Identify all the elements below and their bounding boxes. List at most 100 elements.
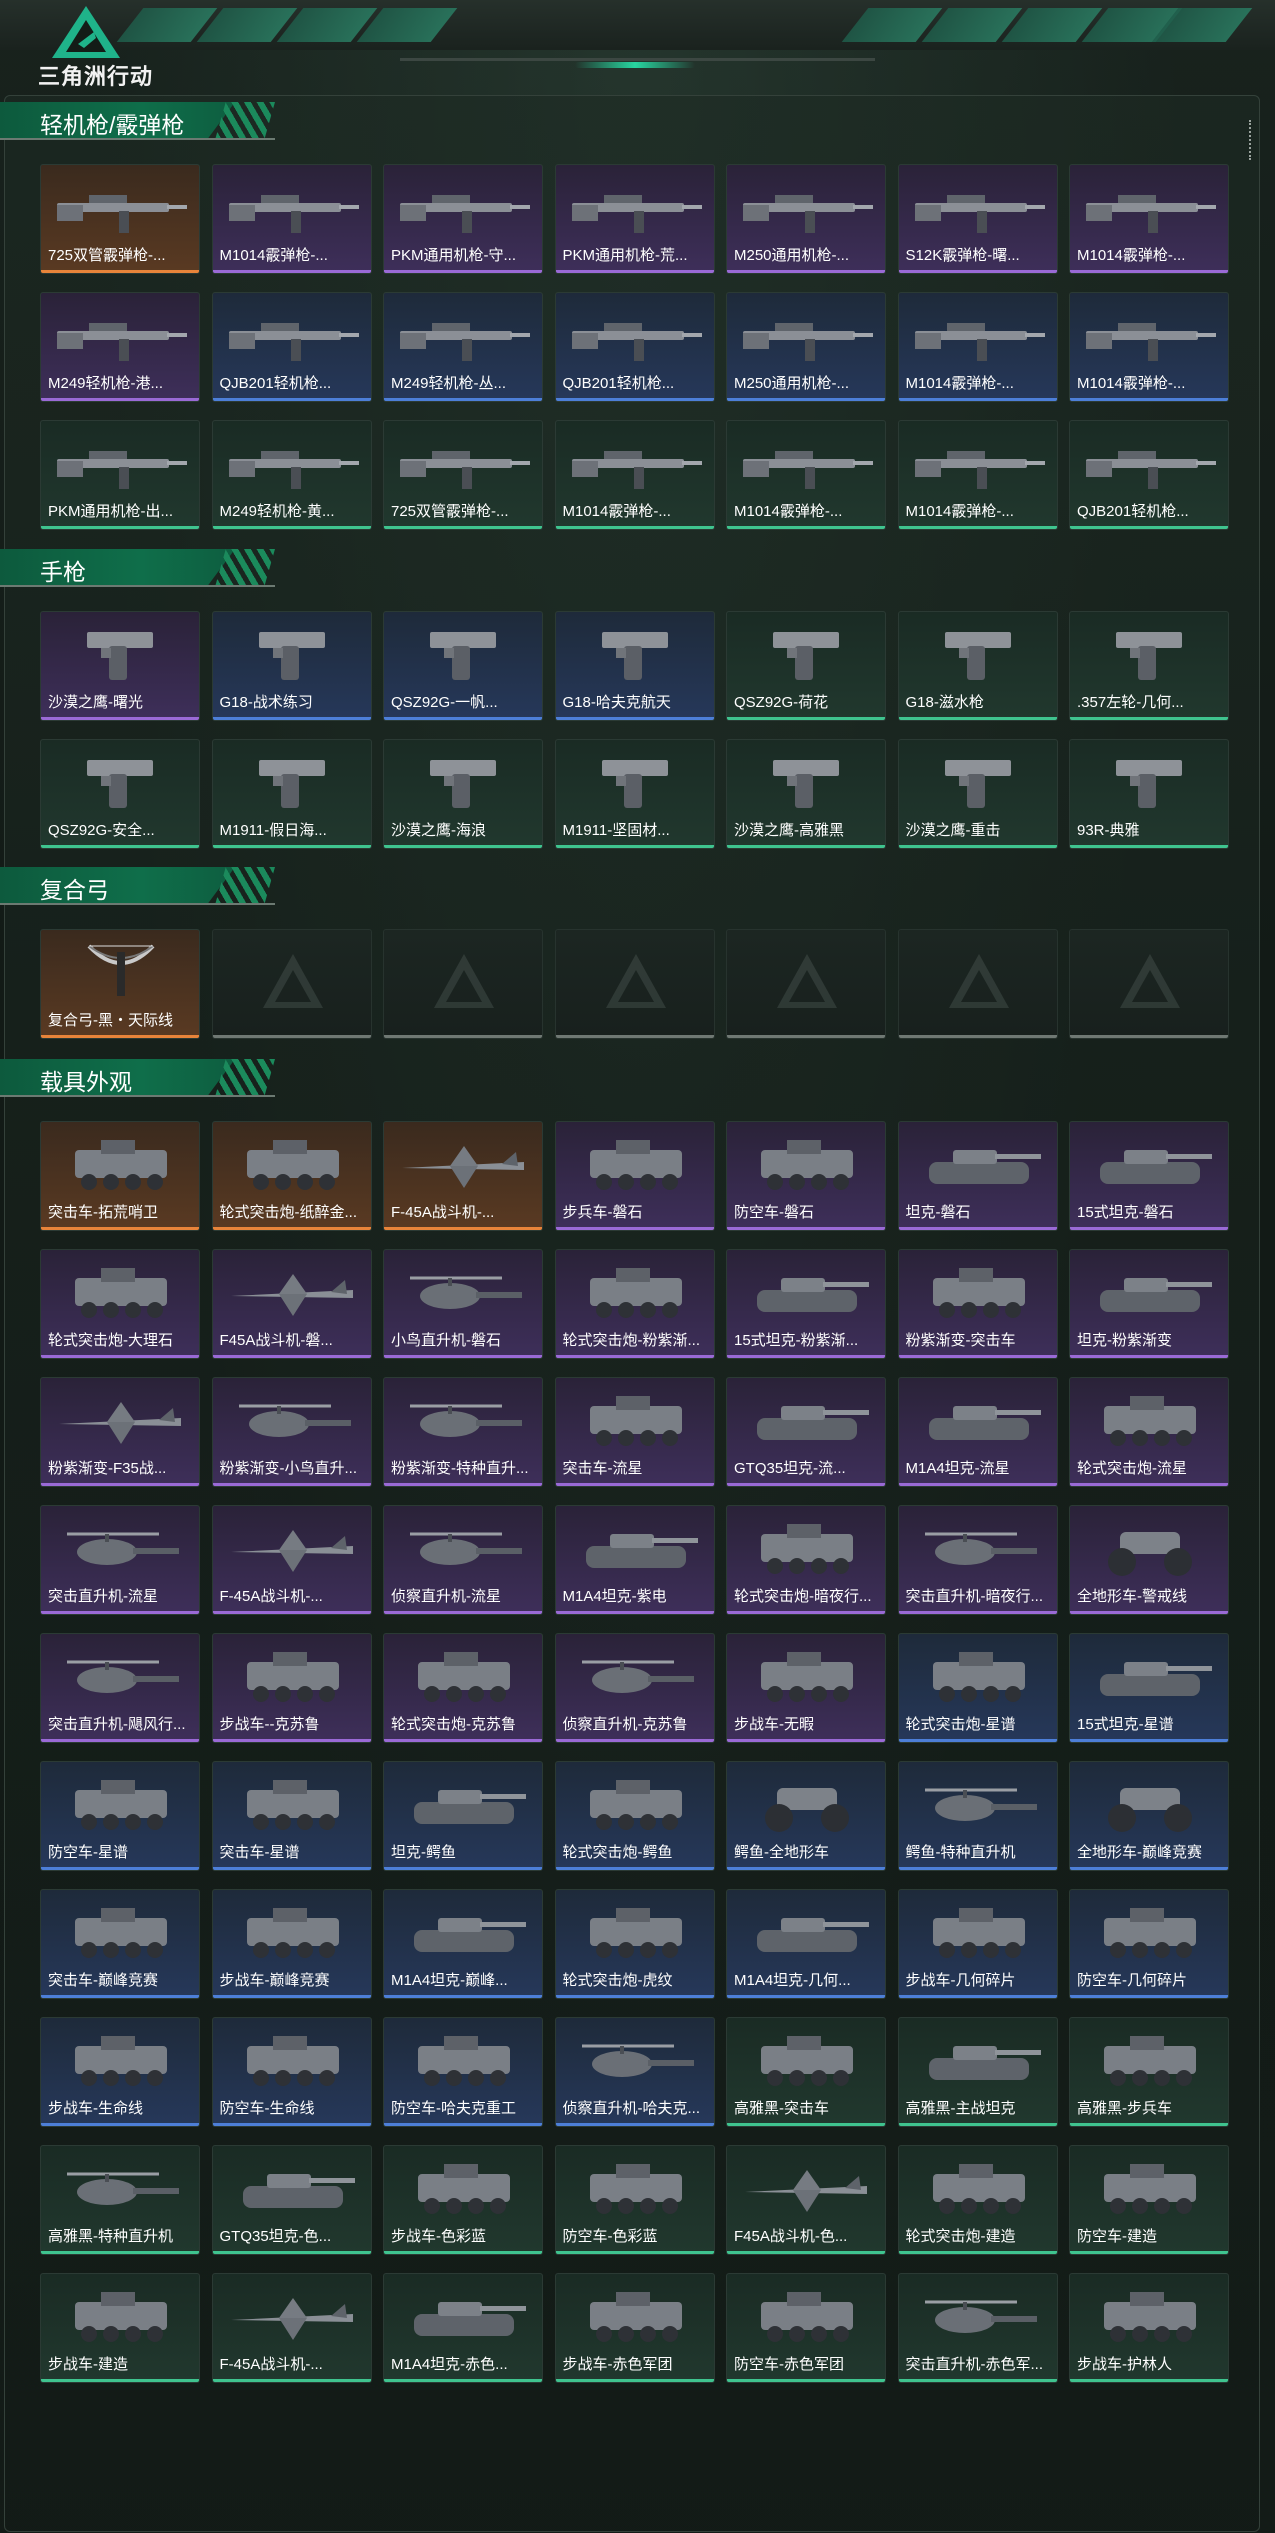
- skin-card[interactable]: M249轻机枪-丛...: [383, 292, 543, 402]
- skin-card[interactable]: 粉紫渐变-小鸟直升...: [211, 1377, 372, 1487]
- skin-card[interactable]: 坦克-粉紫渐变: [1069, 1249, 1229, 1359]
- skin-card[interactable]: M1014霰弹枪-...: [554, 420, 715, 530]
- skin-card[interactable]: PKM通用机枪-荒...: [554, 164, 715, 274]
- skin-card[interactable]: PKM通用机枪-出...: [40, 420, 200, 530]
- skin-card[interactable]: 步战车-几何碎片: [897, 1889, 1058, 1999]
- scroll-indicator[interactable]: [1249, 120, 1255, 160]
- skin-card[interactable]: 鳄鱼-全地形车: [726, 1761, 886, 1871]
- skin-card[interactable]: QSZ92G-荷花: [726, 611, 886, 721]
- skin-card[interactable]: 725双管霰弹枪-...: [383, 420, 543, 530]
- skin-card[interactable]: M1A4坦克-巅峰...: [383, 1889, 543, 1999]
- skin-card[interactable]: GTQ35坦克-流...: [726, 1377, 886, 1487]
- skin-card[interactable]: 防空车-赤色军团: [726, 2273, 886, 2383]
- skin-card[interactable]: 高雅黑-突击车: [726, 2017, 886, 2127]
- skin-card[interactable]: 高雅黑-主战坦克: [897, 2017, 1058, 2127]
- skin-card[interactable]: 突击直升机-飓风行...: [40, 1633, 200, 1743]
- skin-card[interactable]: QSZ92G-安全...: [40, 739, 200, 849]
- skin-card[interactable]: QSZ92G-一帆...: [383, 611, 543, 721]
- skin-card[interactable]: 步战车-色彩蓝: [383, 2145, 543, 2255]
- skin-card[interactable]: 小鸟直升机-磐石: [383, 1249, 543, 1359]
- skin-card[interactable]: M1A4坦克-赤色...: [383, 2273, 543, 2383]
- skin-card[interactable]: .357左轮-几何...: [1069, 611, 1229, 721]
- skin-card[interactable]: 轮式突击炮-建造: [897, 2145, 1058, 2255]
- skin-card[interactable]: 防空车-哈夫克重工: [383, 2017, 543, 2127]
- skin-card[interactable]: 防空车-生命线: [211, 2017, 372, 2127]
- skin-card[interactable]: 15式坦克-星谱: [1069, 1633, 1229, 1743]
- skin-card[interactable]: M250通用机枪-...: [726, 292, 886, 402]
- skin-card[interactable]: 沙漠之鹰-高雅黑: [726, 739, 886, 849]
- skin-card[interactable]: 沙漠之鹰-海浪: [383, 739, 543, 849]
- skin-card[interactable]: M1014霰弹枪-...: [1069, 292, 1229, 402]
- skin-card[interactable]: 轮式突击炮-虎纹: [554, 1889, 715, 1999]
- skin-card[interactable]: 步战车-无暇: [726, 1633, 886, 1743]
- skin-card[interactable]: 防空车-星谱: [40, 1761, 200, 1871]
- skin-card[interactable]: 93R-典雅: [1069, 739, 1229, 849]
- skin-card[interactable]: 侦察直升机-克苏鲁: [554, 1633, 715, 1743]
- skin-card[interactable]: QJB201轻机枪...: [211, 292, 372, 402]
- skin-card[interactable]: 步战车-巅峰竞赛: [211, 1889, 372, 1999]
- skin-card[interactable]: 防空车-磐石: [726, 1121, 886, 1231]
- skin-card[interactable]: 突击直升机-赤色军...: [897, 2273, 1058, 2383]
- skin-card[interactable]: F45A战斗机-色...: [726, 2145, 886, 2255]
- skin-card[interactable]: 高雅黑-特种直升机: [40, 2145, 200, 2255]
- skin-card[interactable]: QJB201轻机枪...: [1069, 420, 1229, 530]
- skin-card[interactable]: 突击直升机-暗夜行...: [897, 1505, 1058, 1615]
- skin-card[interactable]: 突击车-拓荒哨卫: [40, 1121, 200, 1231]
- skin-card[interactable]: 突击车-巅峰竞赛: [40, 1889, 200, 1999]
- skin-card[interactable]: M1014霰弹枪-...: [211, 164, 372, 274]
- skin-card[interactable]: PKM通用机枪-守...: [383, 164, 543, 274]
- skin-card[interactable]: M1014霰弹枪-...: [1069, 164, 1229, 274]
- skin-card[interactable]: M1014霰弹枪-...: [897, 292, 1058, 402]
- skin-card[interactable]: 轮式突击炮-星谱: [897, 1633, 1058, 1743]
- skin-card[interactable]: M250通用机枪-...: [726, 164, 886, 274]
- skin-card[interactable]: G18-战术练习: [211, 611, 372, 721]
- skin-card[interactable]: QJB201轻机枪...: [554, 292, 715, 402]
- skin-card[interactable]: 轮式突击炮-鳄鱼: [554, 1761, 715, 1871]
- skin-card[interactable]: M1A4坦克-流星: [897, 1377, 1058, 1487]
- skin-card[interactable]: 步战车--克苏鲁: [211, 1633, 372, 1743]
- skin-card[interactable]: 侦察直升机-哈夫克...: [554, 2017, 715, 2127]
- skin-card[interactable]: M249轻机枪-黄...: [211, 420, 372, 530]
- skin-card[interactable]: 突击车-流星: [554, 1377, 715, 1487]
- skin-card[interactable]: 725双管霰弹枪-...: [40, 164, 200, 274]
- skin-card[interactable]: 粉紫渐变-F35战...: [40, 1377, 200, 1487]
- skin-card[interactable]: 沙漠之鹰-曙光: [40, 611, 200, 721]
- skin-card[interactable]: 粉紫渐变-特种直升...: [383, 1377, 543, 1487]
- skin-card[interactable]: G18-哈夫克航天: [554, 611, 715, 721]
- skin-card[interactable]: M1014霰弹枪-...: [897, 420, 1058, 530]
- skin-card[interactable]: 15式坦克-粉紫渐...: [726, 1249, 886, 1359]
- skin-card[interactable]: S12K霰弹枪-曙...: [897, 164, 1058, 274]
- skin-card[interactable]: 全地形车-警戒线: [1069, 1505, 1229, 1615]
- skin-card[interactable]: 高雅黑-步兵车: [1069, 2017, 1229, 2127]
- skin-card[interactable]: 15式坦克-磐石: [1069, 1121, 1229, 1231]
- skin-card[interactable]: M249轻机枪-港...: [40, 292, 200, 402]
- skin-card[interactable]: 防空车-建造: [1069, 2145, 1229, 2255]
- skin-card[interactable]: 步战车-护林人: [1069, 2273, 1229, 2383]
- skin-card[interactable]: 轮式突击炮-克苏鲁: [383, 1633, 543, 1743]
- skin-card[interactable]: 沙漠之鹰-重击: [897, 739, 1058, 849]
- skin-card[interactable]: 防空车-几何碎片: [1069, 1889, 1229, 1999]
- skin-card[interactable]: F45A战斗机-磐...: [211, 1249, 372, 1359]
- skin-card[interactable]: M1A4坦克-紫电: [554, 1505, 715, 1615]
- skin-card[interactable]: M1911-假日海...: [211, 739, 372, 849]
- skin-card[interactable]: M1A4坦克-几何...: [726, 1889, 886, 1999]
- skin-card[interactable]: F-45A战斗机-...: [211, 1505, 372, 1615]
- skin-card[interactable]: 步战车-生命线: [40, 2017, 200, 2127]
- skin-card[interactable]: 突击车-星谱: [211, 1761, 372, 1871]
- skin-card[interactable]: 粉紫渐变-突击车: [897, 1249, 1058, 1359]
- skin-card[interactable]: 复合弓-黑・天际线: [40, 929, 200, 1039]
- skin-card[interactable]: 轮式突击炮-暗夜行...: [726, 1505, 886, 1615]
- skin-card[interactable]: G18-滋水枪: [897, 611, 1058, 721]
- skin-card[interactable]: 轮式突击炮-大理石: [40, 1249, 200, 1359]
- skin-card[interactable]: 步战车-建造: [40, 2273, 200, 2383]
- skin-card[interactable]: 坦克-鳄鱼: [383, 1761, 543, 1871]
- skin-card[interactable]: 步战车-赤色军团: [554, 2273, 715, 2383]
- skin-card[interactable]: GTQ35坦克-色...: [211, 2145, 372, 2255]
- skin-card[interactable]: M1911-坚固材...: [554, 739, 715, 849]
- skin-card[interactable]: M1014霰弹枪-...: [726, 420, 886, 530]
- skin-card[interactable]: F-45A战斗机-...: [211, 2273, 372, 2383]
- skin-card[interactable]: F-45A战斗机-...: [383, 1121, 543, 1231]
- skin-card[interactable]: 坦克-磐石: [897, 1121, 1058, 1231]
- skin-card[interactable]: 突击直升机-流星: [40, 1505, 200, 1615]
- skin-card[interactable]: 轮式突击炮-纸醉金...: [211, 1121, 372, 1231]
